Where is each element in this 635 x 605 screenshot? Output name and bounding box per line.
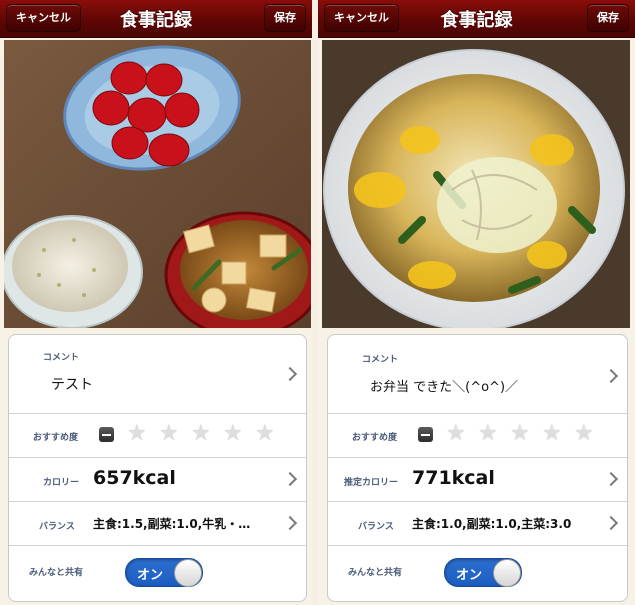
share-row: みんなと共有 オン <box>9 545 306 601</box>
calorie-label: 推定カロリー <box>344 478 399 488</box>
share-label: みんなと共有 <box>29 568 84 578</box>
rating-clear-button[interactable] <box>418 427 433 442</box>
meal-detail-panel: コメント お弁当 できた＼(^o^)／ おすすめ度 ★ ★ ★ ★ ★ 推定カロ… <box>327 334 628 602</box>
toggle-on-label: オン <box>456 568 483 583</box>
star-icon[interactable]: ★ <box>191 423 211 445</box>
share-toggle[interactable]: オン <box>125 558 203 587</box>
star-icon[interactable]: ★ <box>255 423 275 445</box>
calorie-label: カロリー <box>43 478 80 488</box>
navigation-bar: キャンセル 食事記録 保存 <box>318 0 635 38</box>
balance-row[interactable]: バランス 主食:1.5,副菜:1.0,牛乳・… <box>9 501 306 546</box>
balance-value: 主食:1.0,副菜:1.0,主菜:3.0 <box>412 517 572 531</box>
meal-photo-image <box>4 40 311 328</box>
comment-value: お弁当 できた＼(^o^)／ <box>370 380 519 395</box>
star-icon[interactable]: ★ <box>159 423 179 445</box>
star-icon[interactable]: ★ <box>574 423 594 445</box>
meal-detail-panel: コメント テスト おすすめ度 ★ ★ ★ ★ ★ カロリー 657kcal バラ… <box>8 334 307 602</box>
calorie-value: 657kcal <box>93 467 176 489</box>
comment-label: コメント <box>43 353 80 363</box>
rating-label: おすすめ度 <box>33 433 79 443</box>
balance-row[interactable]: バランス 主食:1.0,副菜:1.0,主菜:3.0 <box>328 501 627 546</box>
star-icon[interactable]: ★ <box>223 423 243 445</box>
chevron-right-icon <box>603 368 619 384</box>
chevron-right-icon <box>282 366 298 382</box>
star-icon[interactable]: ★ <box>542 423 562 445</box>
calorie-row[interactable]: カロリー 657kcal <box>9 457 306 502</box>
balance-value: 主食:1.5,副菜:1.0,牛乳・… <box>93 517 251 531</box>
comment-row[interactable]: コメント テスト <box>9 335 306 414</box>
star-icon[interactable]: ★ <box>478 423 498 445</box>
calorie-value: 771kcal <box>412 467 495 489</box>
toggle-knob <box>174 559 202 587</box>
chevron-right-icon <box>282 471 298 487</box>
save-button[interactable]: 保存 <box>264 4 306 32</box>
share-label: みんなと共有 <box>348 568 403 578</box>
meal-photo-image <box>322 40 630 328</box>
save-button[interactable]: 保存 <box>587 4 629 32</box>
comment-row[interactable]: コメント お弁当 できた＼(^o^)／ <box>328 335 627 414</box>
navigation-bar: キャンセル 食事記録 保存 <box>0 0 312 38</box>
rating-row: おすすめ度 ★ ★ ★ ★ ★ <box>9 413 306 458</box>
calorie-row[interactable]: 推定カロリー 771kcal <box>328 457 627 502</box>
balance-label: バランス <box>358 522 394 532</box>
share-toggle[interactable]: オン <box>444 558 522 587</box>
rating-clear-button[interactable] <box>99 427 114 442</box>
comment-value: テスト <box>51 377 93 393</box>
screen-left: キャンセル 食事記録 保存 コメント テスト おすすめ度 ★ ★ ★ ★ ★ カ… <box>0 0 312 605</box>
balance-label: バランス <box>39 522 75 532</box>
screen-right: キャンセル 食事記録 保存 コメント お弁当 できた＼(^o^)／ おすすめ度 … <box>318 0 635 605</box>
rating-row: おすすめ度 ★ ★ ★ ★ ★ <box>328 413 627 458</box>
chevron-right-icon <box>603 471 619 487</box>
star-icon[interactable]: ★ <box>127 423 147 445</box>
toggle-knob <box>493 559 521 587</box>
share-row: みんなと共有 オン <box>328 545 627 601</box>
chevron-right-icon <box>282 515 298 531</box>
meal-photo[interactable] <box>322 40 630 328</box>
comment-label: コメント <box>362 355 399 365</box>
star-icon[interactable]: ★ <box>510 423 530 445</box>
meal-photo[interactable] <box>4 40 311 328</box>
rating-label: おすすめ度 <box>352 433 398 443</box>
chevron-right-icon <box>603 515 619 531</box>
star-icon[interactable]: ★ <box>446 423 466 445</box>
toggle-on-label: オン <box>137 568 164 583</box>
